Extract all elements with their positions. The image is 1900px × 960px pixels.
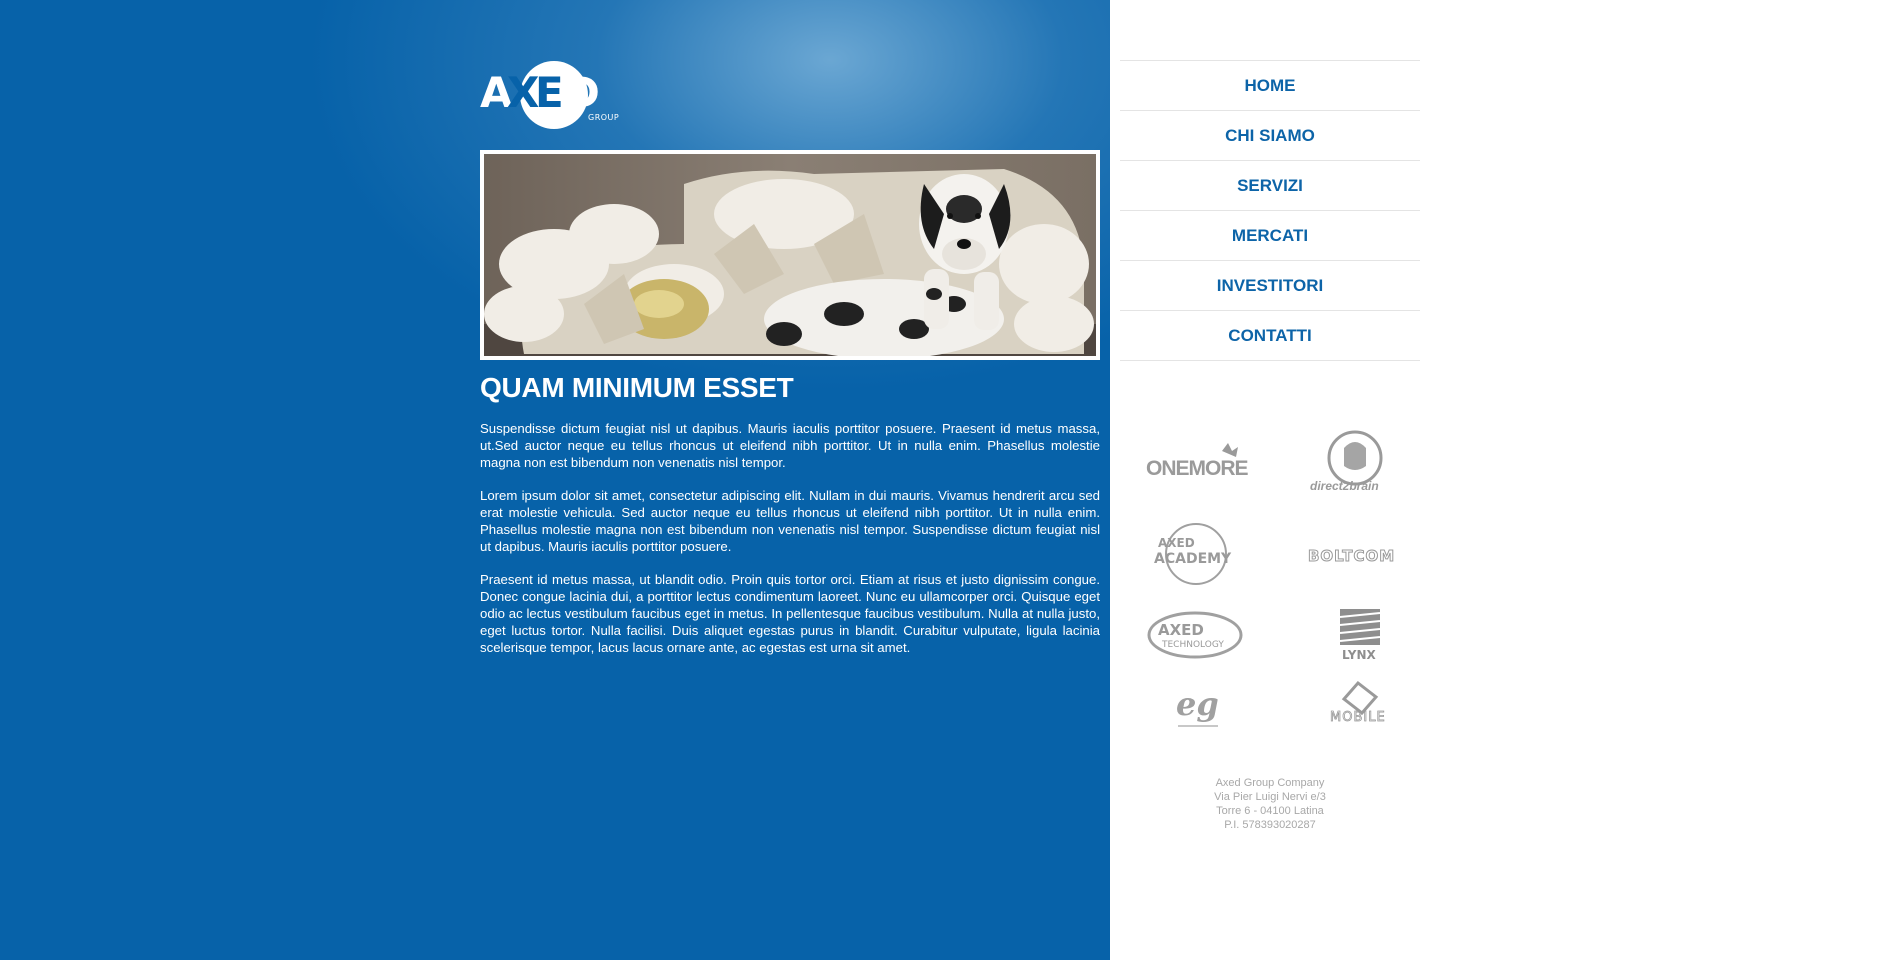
paragraph: Praesent id metus massa, ut blandit odio… xyxy=(480,572,1100,655)
nav-item-home[interactable]: HOME xyxy=(1120,61,1420,111)
main-navigation: HOME CHI SIAMO SERVIZI MERCATI INVESTITO… xyxy=(1120,60,1420,361)
footer-vat: P.I. 578393020287 xyxy=(1224,819,1316,831)
partner-logo-mobile[interactable]: MOBILE xyxy=(1295,670,1415,740)
partner-name: BOLTCOM xyxy=(1308,547,1395,565)
page-title: QUAM MINIMUM ESSET xyxy=(480,372,794,403)
partner-name: ONEMORE xyxy=(1146,457,1249,480)
boltcom-logo: BOLTCOM xyxy=(1308,547,1395,566)
partner-logo-axed-technology[interactable]: AXED TECHNOLOGY xyxy=(1135,600,1255,670)
mobile-logo: MOBILE xyxy=(1330,680,1386,725)
left-content-panel: A X E D GROUP QUAM MINIMUM ESSET Suspend… xyxy=(0,0,1110,960)
svg-text:AXED: AXED xyxy=(1158,536,1195,550)
hero-illustration xyxy=(484,154,1096,356)
nav-item-chi-siamo[interactable]: CHI SIAMO xyxy=(1120,111,1420,161)
partner-name: MOBILE xyxy=(1330,710,1386,725)
onemore-logo: ONEMORE xyxy=(1146,443,1250,480)
footer-company: Axed Group Company xyxy=(1215,777,1325,789)
axed-logo[interactable]: A X E D GROUP xyxy=(480,60,625,130)
svg-text:D: D xyxy=(565,68,600,117)
partner-logo-eg[interactable]: eg xyxy=(1135,670,1255,740)
nav-item-contatti[interactable]: CONTATTI xyxy=(1120,311,1420,361)
axed-academy-logo: AXED ACADEMY xyxy=(1154,523,1232,585)
axed-technology-logo: AXED TECHNOLOGY xyxy=(1147,611,1243,659)
svg-text:AXED: AXED xyxy=(1158,621,1204,639)
partner-logo-lynx[interactable]: LYNX xyxy=(1295,600,1415,670)
partner-logo-onemore[interactable]: ONEMORE xyxy=(1135,430,1255,500)
nav-item-mercati[interactable]: MERCATI xyxy=(1120,211,1420,261)
partner-logo-direct2brain[interactable]: direct2brain xyxy=(1295,428,1415,498)
partner-name: direct2brain xyxy=(1310,479,1379,493)
partner-logos: ONEMORE direct2brain AXED ACADEMY BOLTCO… xyxy=(1130,420,1420,730)
footer-street: Via Pier Luigi Nervi e/3 xyxy=(1214,791,1326,803)
partner-name: eg xyxy=(1176,685,1219,723)
svg-text:ACADEMY: ACADEMY xyxy=(1154,551,1232,567)
hero-image-frame xyxy=(480,150,1100,360)
paragraph: Suspendisse dictum feugiat nisl ut dapib… xyxy=(480,421,1100,470)
lynx-logo: LYNX xyxy=(1339,609,1381,662)
nav-item-investitori[interactable]: INVESTITORI xyxy=(1120,261,1420,311)
partner-name: LYNX xyxy=(1342,648,1377,662)
partner-logo-axed-academy[interactable]: AXED ACADEMY xyxy=(1135,520,1255,590)
footer-address: Axed Group Company Via Pier Luigi Nervi … xyxy=(1120,776,1420,832)
paragraph: Lorem ipsum dolor sit amet, consectetur … xyxy=(480,488,1100,554)
direct2brain-logo: direct2brain xyxy=(1310,430,1383,493)
footer-city: Torre 6 - 04100 Latina xyxy=(1216,805,1324,817)
hero-image xyxy=(484,154,1096,356)
eg-logo: eg xyxy=(1176,685,1219,727)
svg-text:TECHNOLOGY: TECHNOLOGY xyxy=(1161,640,1224,650)
nav-item-servizi[interactable]: SERVIZI xyxy=(1120,161,1420,211)
partner-logo-boltcom[interactable]: BOLTCOM xyxy=(1295,520,1415,590)
svg-text:E: E xyxy=(535,68,564,117)
logo-subtitle: GROUP xyxy=(588,113,620,122)
article-body: Suspendisse dictum feugiat nisl ut dapib… xyxy=(480,420,1100,672)
